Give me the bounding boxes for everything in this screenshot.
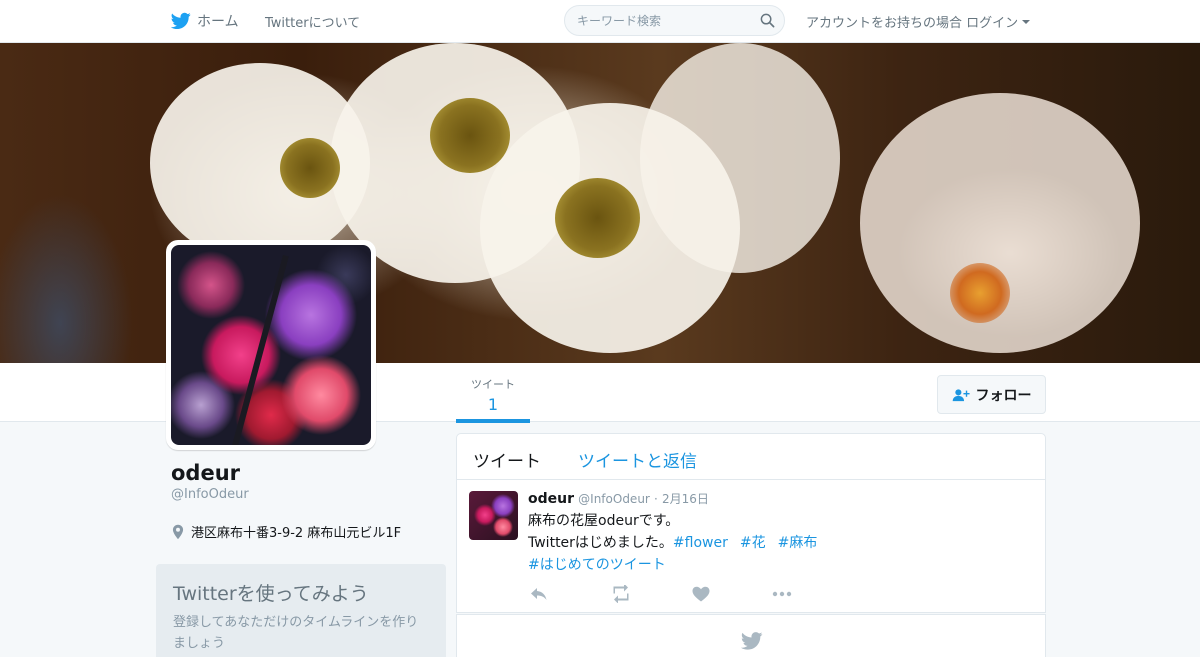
top-nav-bar: ホーム Twitterについて アカウントをお持ちの場合 ログイン — [0, 0, 1200, 43]
stat-tweets[interactable]: ツイート 1 — [456, 375, 530, 423]
follow-button-label: フォロー — [975, 387, 1032, 404]
tweet-avatar[interactable] — [469, 491, 518, 540]
hashtag-link[interactable]: #花 — [740, 535, 766, 551]
retweet-icon — [613, 583, 629, 604]
retweet-button[interactable] — [611, 583, 631, 604]
tweet-actions — [529, 583, 829, 604]
tab-tweets[interactable]: ツイート — [473, 447, 541, 472]
follow-button[interactable]: フォロー — [937, 375, 1046, 414]
nav-home-label: ホーム — [197, 14, 239, 30]
bird-icon — [741, 632, 763, 650]
profile-name[interactable]: odeur — [171, 461, 240, 485]
search-box[interactable] — [564, 5, 785, 36]
person-add-icon — [952, 388, 970, 401]
tweet-text-line: #はじめてのツイート — [528, 554, 1028, 576]
timeline: ツイート ツイートと返信 odeur @InfoOdeur · 2月16日 麻布… — [456, 433, 1046, 613]
search-icon[interactable] — [760, 13, 775, 28]
tweet-text-line: 麻布の花屋odeurです。 — [528, 513, 680, 529]
login-label: アカウントをお持ちの場合 ログイン — [806, 16, 1019, 31]
hashtag-link[interactable]: #flower — [673, 535, 728, 551]
more-button[interactable] — [772, 585, 792, 603]
avatar-image — [171, 245, 371, 445]
tweet[interactable]: odeur @InfoOdeur · 2月16日 麻布の花屋odeurです。 T… — [457, 481, 1045, 613]
tweet-header: odeur @InfoOdeur · 2月16日 — [528, 490, 709, 507]
nav-home-link[interactable]: ホーム — [171, 10, 239, 32]
chevron-down-icon — [1022, 19, 1031, 24]
heart-icon — [692, 586, 710, 602]
tweet-text: 麻布の花屋odeurです。 Twitterはじめました。#flower #花 #麻布… — [528, 510, 1028, 576]
profile-location: 港区麻布十番3-9-2 麻布山元ビル1F — [171, 522, 401, 541]
reply-icon — [531, 588, 547, 600]
signup-title: Twitterを使ってみよう — [173, 583, 369, 605]
reply-button[interactable] — [529, 585, 549, 603]
tweet-text-segment: Twitterはじめました。 — [528, 535, 673, 551]
timeline-tabs: ツイート ツイートと返信 — [457, 434, 1045, 480]
timeline-end-card — [456, 614, 1046, 657]
tweet-text-line: Twitterはじめました。#flower #花 #麻布 — [528, 532, 1028, 554]
hashtag-link[interactable]: #麻布 — [778, 535, 818, 551]
search-input[interactable] — [577, 11, 757, 31]
stat-tweets-count: 1 — [487, 395, 499, 414]
bird-icon — [171, 12, 191, 30]
tweet-author-name[interactable]: odeur — [528, 491, 574, 507]
signup-description: 登録してあなただけのタイムラインを作りましょう — [173, 615, 419, 651]
stat-tweets-label: ツイート — [471, 378, 515, 391]
profile-location-text: 港区麻布十番3-9-2 麻布山元ビル1F — [191, 526, 402, 541]
like-button[interactable] — [691, 585, 711, 603]
tweet-timestamp[interactable]: 2月16日 — [662, 492, 709, 506]
login-dropdown[interactable]: アカウントをお持ちの場合 ログイン — [806, 12, 1031, 31]
tweet-author-handle[interactable]: @InfoOdeur — [578, 492, 650, 506]
tweet-separator: · — [654, 492, 658, 506]
tab-tweets-and-replies[interactable]: ツイートと返信 — [578, 447, 697, 472]
profile-handle[interactable]: @InfoOdeur — [171, 487, 249, 502]
nav-about-link[interactable]: Twitterについて — [265, 12, 360, 31]
signup-module: Twitterを使ってみよう 登録してあなただけのタイムラインを作りましょう — [156, 564, 446, 657]
profile-avatar[interactable] — [166, 240, 376, 450]
hashtag-link[interactable]: #はじめてのツイート — [528, 557, 666, 573]
more-icon — [772, 591, 792, 597]
map-pin-icon — [172, 524, 184, 539]
